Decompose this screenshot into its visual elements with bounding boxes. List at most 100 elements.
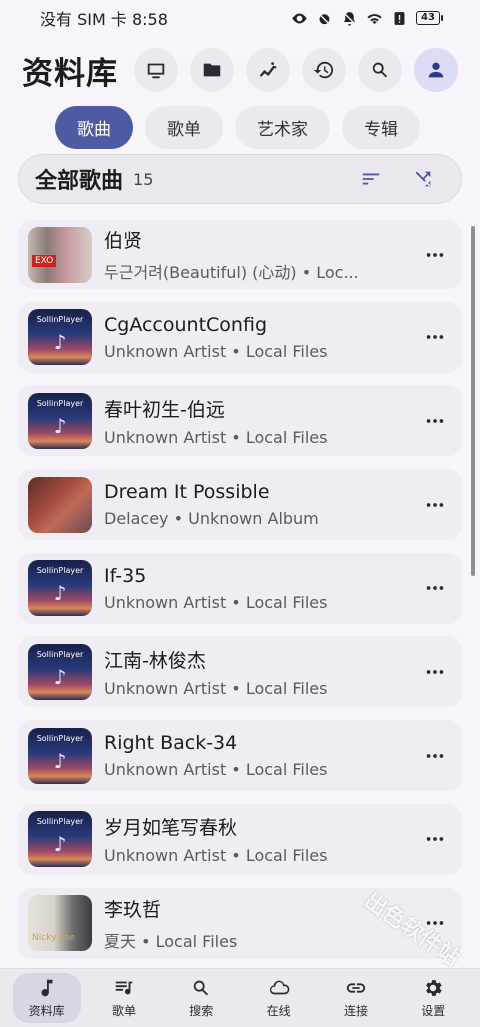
music-note-icon: ♪ [53, 748, 67, 773]
song-title: If-35 [104, 564, 147, 587]
album-cover: SollinPlayer ♪ [28, 727, 92, 784]
more-horizontal-icon [426, 335, 444, 340]
song-list: EXO 伯贤 두근거려(Beautiful) (心动) • Loc... Sol… [18, 220, 462, 971]
song-title: CgAccountConfig [104, 313, 268, 336]
more-button[interactable] [418, 238, 452, 272]
folder-button[interactable] [190, 48, 234, 92]
scrollbar[interactable] [471, 226, 475, 576]
song-title: 江南-林俊杰 [104, 649, 206, 672]
more-button[interactable] [418, 571, 452, 605]
cast-button[interactable] [134, 48, 178, 92]
song-subtitle: Unknown Artist • Local Files [104, 341, 328, 361]
nav-search[interactable]: 搜索 [167, 973, 235, 1023]
song-meta: 江南-林俊杰 Unknown Artist • Local Files [104, 646, 404, 698]
history-icon [313, 61, 334, 79]
folder-icon [203, 63, 221, 77]
more-horizontal-icon [426, 252, 444, 257]
cover-text: SollinPlayer [36, 398, 84, 408]
wifi-icon [367, 13, 382, 24]
header-actions [134, 48, 458, 92]
library-tabs: 歌曲 歌单 艺术家 专辑 [55, 106, 420, 149]
more-button[interactable] [418, 739, 452, 773]
song-subtitle: Unknown Artist • Local Files [104, 678, 328, 698]
song-subtitle: Unknown Artist • Local Files [104, 427, 328, 447]
more-button[interactable] [418, 822, 452, 856]
music-note-icon: ♪ [53, 581, 67, 606]
song-row[interactable]: SollinPlayer ♪ 江南-林俊杰 Unknown Artist • Lo… [18, 636, 462, 708]
section-title: 全部歌曲 [35, 169, 124, 194]
album-cover: SollinPlayer ♪ [28, 309, 92, 366]
song-subtitle: Delacey • Unknown Album [104, 509, 319, 529]
tab-albums[interactable]: 专辑 [342, 106, 420, 149]
more-horizontal-icon [426, 586, 444, 591]
music-note-icon: ♪ [53, 664, 67, 689]
album-cover: SollinPlayer ♪ [28, 560, 92, 617]
nav-label: 连接 [343, 1004, 368, 1018]
status-icons: 43 [291, 10, 443, 27]
song-row[interactable]: SollinPlayer ♪ Right Back-34 Unknown Arti… [18, 720, 462, 792]
song-title: 伯贤 [104, 230, 143, 252]
song-row[interactable]: SollinPlayer ♪ 岁月如笔写春秋 Unknown Artist • L… [18, 803, 462, 875]
search-icon [194, 980, 209, 996]
song-title: 春叶初生-伯远 [104, 398, 225, 421]
more-button[interactable] [418, 655, 452, 689]
shuffle-button[interactable] [403, 159, 443, 199]
more-button[interactable] [418, 404, 452, 438]
nav-connect[interactable]: 连接 [322, 973, 390, 1023]
nav-label: 搜索 [189, 1004, 214, 1018]
all-songs-bar: 全部歌曲 15 [18, 154, 462, 204]
more-horizontal-icon [426, 753, 444, 758]
cover-text: EXO [32, 254, 57, 267]
alert-icon [394, 11, 405, 25]
song-row[interactable]: SollinPlayer ♪ If-35 Unknown Artist • Loc… [18, 552, 462, 624]
nav-playlists[interactable]: 歌单 [90, 973, 158, 1023]
cover-text: SollinPlayer [36, 315, 84, 325]
nav-label: 歌单 [111, 1004, 136, 1018]
album-cover: SollinPlayer ♪ [28, 811, 92, 868]
song-title: Dream It Possible [104, 481, 270, 504]
song-row[interactable]: SollinPlayer ♪ CgAccountConfig Unknown Ar… [18, 301, 462, 373]
tab-playlists[interactable]: 歌单 [145, 106, 223, 149]
song-subtitle: Unknown Artist • Local Files [104, 760, 328, 780]
search-button[interactable] [358, 48, 402, 92]
sort-icon [362, 173, 380, 185]
person-icon [428, 62, 444, 78]
more-horizontal-icon [426, 502, 444, 507]
account-button[interactable] [414, 48, 458, 92]
song-meta: 岁月如笔写春秋 Unknown Artist • Local Files [104, 813, 404, 865]
nav-label: 资料库 [28, 1004, 65, 1018]
more-button[interactable] [418, 320, 452, 354]
tab-songs[interactable]: 歌曲 [55, 106, 133, 149]
song-row[interactable]: Dream It Possible Delacey • Unknown Albu… [18, 469, 462, 541]
gear-icon [426, 980, 442, 996]
album-cover: SollinPlayer ♪ [28, 643, 92, 700]
nav-label: 在线 [266, 1004, 291, 1018]
nav-library[interactable]: 资料库 [12, 973, 81, 1023]
more-button[interactable] [418, 488, 452, 522]
search-icon [372, 62, 388, 78]
song-meta: 春叶初生-伯远 Unknown Artist • Local Files [104, 395, 404, 447]
status-carrier-time: 没有 SIM 卡 8:58 [40, 10, 168, 29]
song-meta: 伯贤 두근거려(Beautiful) (心动) • Loc... [104, 226, 404, 283]
sort-button[interactable] [351, 159, 391, 199]
nav-label: 设置 [421, 1004, 446, 1018]
music-note-icon: ♪ [53, 413, 67, 438]
song-meta: 李玖哲 夏天 • Local Files [104, 895, 404, 952]
song-title: 岁月如笔写春秋 [104, 817, 238, 840]
more-horizontal-icon [426, 837, 444, 842]
link-icon [346, 983, 366, 993]
bottom-navigation: 资料库 歌单 搜索 在线 连接 设置 [0, 968, 480, 1027]
shuffle-icon [415, 171, 431, 187]
song-row[interactable]: EXO 伯贤 두근거려(Beautiful) (心动) • Loc... [18, 220, 462, 289]
nav-online[interactable]: 在线 [245, 973, 313, 1023]
album-cover [28, 476, 92, 533]
song-row[interactable]: SollinPlayer ♪ 春叶初生-伯远 Unknown Artist • L… [18, 385, 462, 457]
cover-text: Nicky Lee [32, 933, 76, 943]
history-button[interactable] [302, 48, 346, 92]
stats-button[interactable] [246, 48, 290, 92]
tab-artists[interactable]: 艺术家 [235, 106, 330, 149]
nav-settings[interactable]: 设置 [399, 973, 467, 1023]
song-meta: If-35 Unknown Artist • Local Files [104, 565, 404, 612]
song-count: 15 [133, 169, 154, 189]
cover-text: SollinPlayer [36, 566, 84, 576]
